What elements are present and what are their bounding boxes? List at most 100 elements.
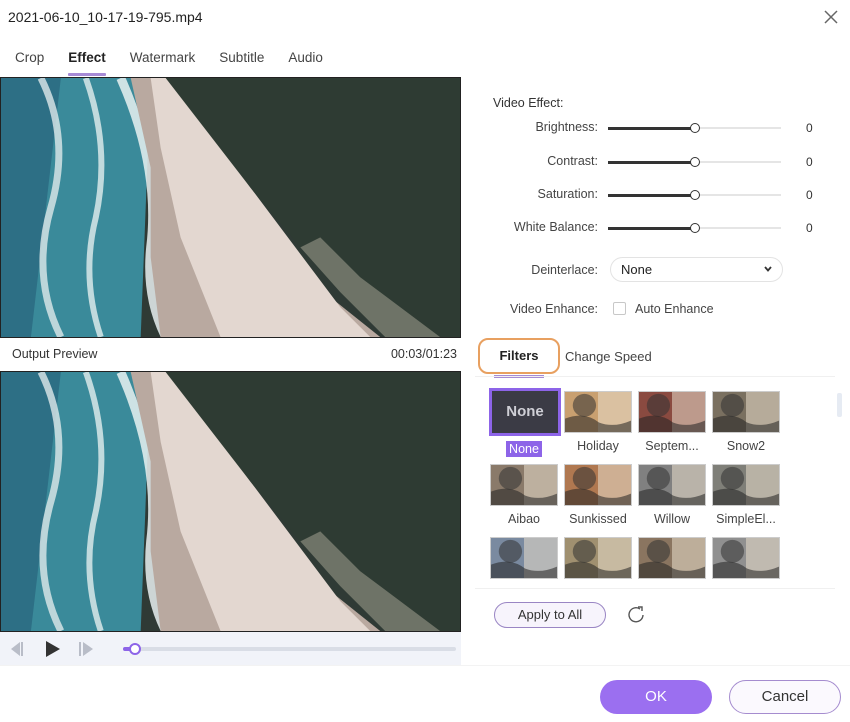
reset-button[interactable] [625, 604, 647, 626]
filter-thumbnail [564, 391, 632, 433]
play-icon [46, 641, 60, 657]
filter-item[interactable]: SimpleEl... [711, 464, 781, 527]
tab-effect[interactable]: Effect [68, 46, 106, 76]
filter-item[interactable]: Willow [637, 464, 707, 527]
saturation-row: Saturation: 0 [475, 185, 850, 205]
filter-name: Willow [653, 512, 691, 526]
filter-preview-image [491, 465, 557, 505]
slider-fill [608, 193, 695, 197]
filter-thumbnail [712, 464, 780, 506]
filter-name: Septem... [645, 439, 699, 453]
previous-frame-button[interactable] [8, 640, 26, 661]
tab-audio[interactable]: Audio [288, 46, 323, 74]
filter-scrollbar[interactable] [837, 393, 842, 417]
filter-thumbnail [564, 464, 632, 506]
filter-name: Snow2 [726, 439, 766, 453]
reset-icon [628, 606, 644, 623]
auto-enhance-checkbox[interactable] [613, 302, 626, 315]
output-preview [0, 371, 461, 632]
filter-item[interactable]: None None [489, 388, 561, 457]
filter-item[interactable] [563, 537, 633, 579]
filter-item[interactable] [637, 537, 707, 579]
deinterlace-select[interactable]: None [610, 257, 783, 282]
saturation-value: 0 [806, 188, 813, 202]
brightness-value: 0 [806, 121, 813, 135]
deinterlace-label: Deinterlace: [531, 263, 598, 277]
apply-to-all-button[interactable]: Apply to All [494, 602, 606, 628]
divider [475, 376, 835, 377]
output-preview-label: Output Preview [12, 347, 98, 361]
brightness-slider[interactable] [608, 123, 781, 133]
playback-seek-bar[interactable] [123, 643, 456, 655]
tab-subtitle[interactable]: Subtitle [219, 46, 264, 74]
white-balance-row: White Balance: 0 [475, 218, 850, 238]
filter-preview-image [565, 392, 631, 432]
filter-preview-image [713, 538, 779, 578]
editor-tabs: Crop Effect Watermark Subtitle Audio [0, 46, 332, 76]
filter-thumbnail [490, 537, 558, 579]
slider-fill [608, 126, 695, 130]
filter-preview-image [639, 538, 705, 578]
filter-preview-image [491, 538, 557, 578]
slider-handle[interactable] [689, 223, 700, 233]
auto-enhance-label[interactable]: Auto Enhance [635, 302, 714, 316]
filter-item[interactable] [711, 537, 781, 579]
white-balance-label: White Balance: [513, 220, 598, 234]
filter-preview-image [565, 538, 631, 578]
filter-item[interactable]: Septem... [637, 391, 707, 454]
beach-video-frame [1, 78, 460, 337]
original-preview [0, 77, 461, 338]
saturation-label: Saturation: [537, 187, 598, 201]
contrast-slider[interactable] [608, 157, 781, 167]
tab-crop[interactable]: Crop [15, 46, 44, 74]
footer-divider [0, 665, 850, 666]
filter-thumbnail [638, 464, 706, 506]
filter-thumbnail [638, 537, 706, 579]
filter-item[interactable]: Snow2 [711, 391, 781, 454]
filter-preview-image [713, 465, 779, 505]
seek-handle[interactable] [128, 643, 141, 655]
cancel-button[interactable]: Cancel [729, 680, 841, 714]
tab-watermark[interactable]: Watermark [130, 46, 196, 74]
ok-button[interactable]: OK [600, 680, 712, 714]
filter-item[interactable]: Aibao [489, 464, 559, 527]
contrast-value: 0 [806, 155, 813, 169]
divider [475, 588, 835, 589]
filter-item[interactable]: Holiday [563, 391, 633, 454]
slider-handle[interactable] [689, 123, 700, 133]
filter-preview-image [565, 465, 631, 505]
playback-controls [0, 632, 461, 666]
filter-preview-image [639, 392, 705, 432]
title-bar: 2021-06-10_10-17-19-795.mp4 [0, 0, 850, 36]
filter-preview-image [639, 465, 705, 505]
beach-video-frame [1, 372, 460, 631]
filter-thumbnail [638, 391, 706, 433]
slider-fill [608, 160, 695, 164]
filter-name: Aibao [508, 512, 540, 526]
filter-item[interactable]: Sunkissed [563, 464, 633, 527]
play-button[interactable] [44, 640, 62, 661]
filter-thumbnail [712, 537, 780, 579]
next-frame-button[interactable] [78, 640, 96, 661]
contrast-label: Contrast: [547, 154, 598, 168]
slider-handle[interactable] [689, 157, 700, 167]
brightness-row: Brightness: 0 [475, 118, 850, 138]
tab-change-speed[interactable]: Change Speed [565, 349, 652, 364]
filter-thumbnail [490, 464, 558, 506]
tab-filters[interactable]: Filters [478, 338, 560, 374]
saturation-slider[interactable] [608, 190, 781, 200]
close-icon [824, 10, 838, 24]
close-button[interactable] [820, 6, 842, 28]
white-balance-value: 0 [806, 221, 813, 235]
video-effect-title: Video Effect: [493, 96, 564, 110]
step-back-icon [11, 642, 23, 656]
filter-name: Holiday [577, 439, 619, 453]
video-enhance-label: Video Enhance: [509, 302, 598, 316]
white-balance-slider[interactable] [608, 223, 781, 233]
slider-handle[interactable] [689, 190, 700, 200]
contrast-row: Contrast: 0 [475, 152, 850, 172]
filter-name: None [506, 441, 542, 457]
filter-subtabs: Filters Change Speed [475, 338, 850, 378]
filter-item[interactable] [489, 537, 559, 579]
filter-thumbnail [564, 537, 632, 579]
